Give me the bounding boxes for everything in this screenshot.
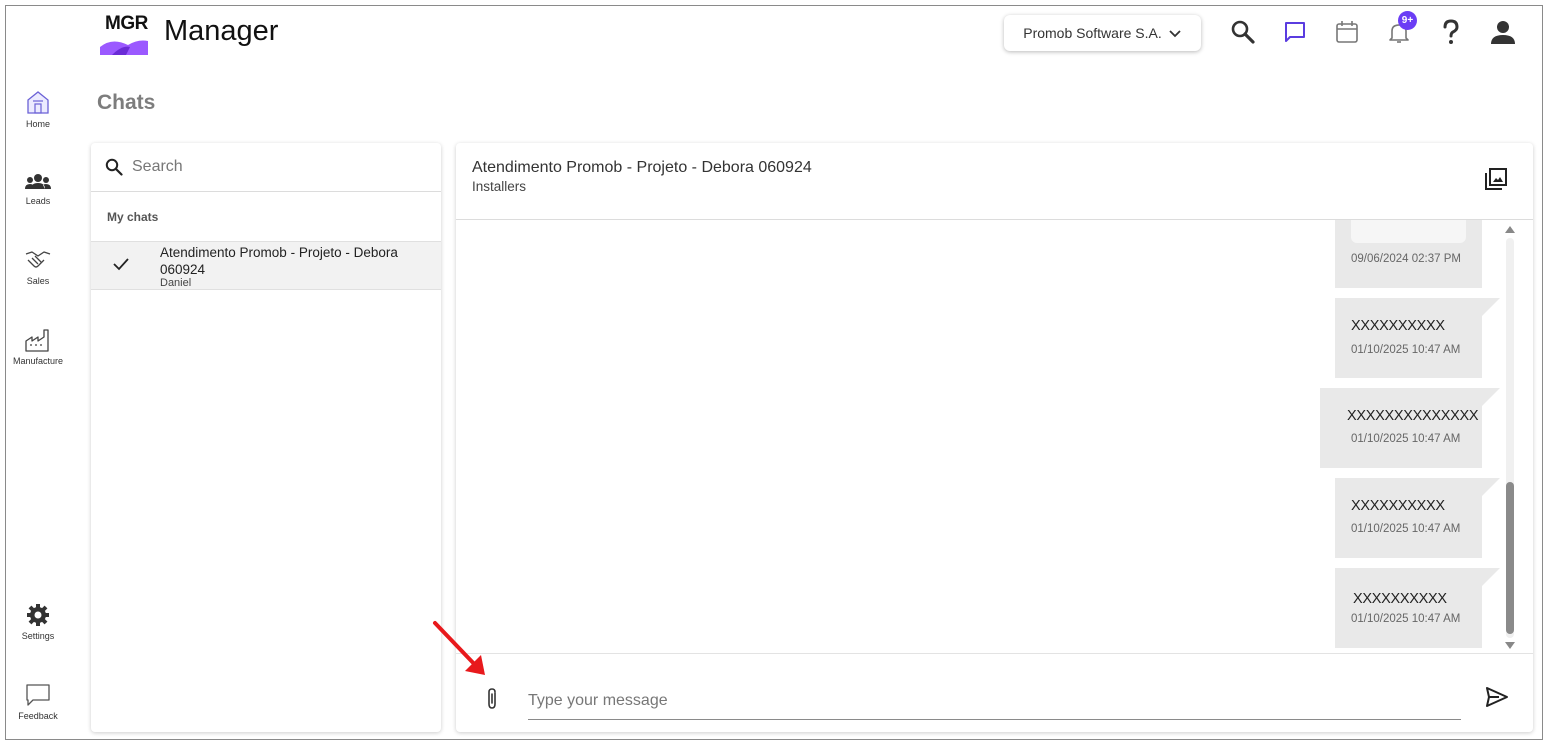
search-icon — [1231, 20, 1255, 44]
rail-item-feedback[interactable]: Feedback — [9, 683, 67, 721]
message-text: XXXXXXXXXX — [1351, 498, 1445, 514]
message-input[interactable] — [528, 682, 1461, 720]
help-button[interactable] — [1436, 17, 1466, 47]
message-text: XXXXXXXXXX — [1351, 318, 1445, 334]
profile-button[interactable] — [1488, 17, 1518, 47]
message-composer — [456, 653, 1533, 732]
rail-label: Feedback — [18, 711, 58, 721]
rail-label: Home — [25, 119, 50, 129]
rail-item-sales[interactable]: Sales — [9, 248, 67, 286]
app-logo[interactable]: MGR — [100, 11, 150, 57]
scroll-up-arrow[interactable] — [1505, 226, 1515, 233]
home-icon — [27, 91, 49, 114]
logo-shape — [100, 40, 148, 55]
chat-button[interactable] — [1280, 17, 1310, 47]
rail-label: Manufacture — [12, 356, 64, 366]
attach-button[interactable] — [484, 687, 504, 713]
scroll-down-arrow[interactable] — [1505, 642, 1515, 649]
chat-list-item[interactable]: Atendimento Promob - Projeto - Debora 06… — [91, 241, 441, 290]
chat-icon — [1285, 22, 1305, 42]
company-selector[interactable]: Promob Software S.A. — [1004, 15, 1201, 51]
user-icon — [1491, 21, 1515, 44]
rail-label: Sales — [26, 276, 50, 286]
logo-text: MGR — [105, 13, 148, 34]
search-input[interactable] — [132, 158, 422, 176]
factory-icon — [25, 329, 49, 352]
message-time: 01/10/2025 10:47 AM — [1351, 523, 1461, 535]
send-icon — [1486, 687, 1508, 707]
notifications-button[interactable]: 9+ — [1384, 11, 1417, 47]
message-list: 09/06/2024 02:37 PM XXXXXXXXXX 01/10/202… — [456, 220, 1533, 653]
search-button[interactable] — [1228, 17, 1258, 47]
message-scrollbar[interactable] — [1503, 224, 1517, 653]
app-window: MGR Manager Promob Software S.A. 9+ Home… — [5, 5, 1543, 740]
calendar-icon — [1336, 21, 1358, 43]
message-bubble: XXXXXXXXXX 01/10/2025 10:47 AM — [1335, 478, 1500, 558]
rail-item-manufacture[interactable]: Manufacture — [9, 328, 67, 366]
bubble-tail — [1482, 298, 1500, 316]
gallery-button[interactable] — [1484, 167, 1510, 193]
handshake-icon — [25, 251, 51, 268]
bubble-tail — [1482, 478, 1500, 496]
scroll-thumb[interactable] — [1506, 482, 1514, 634]
help-icon — [1443, 19, 1459, 44]
message-bubble: XXXXXXXXXX 01/10/2025 10:47 AM — [1335, 568, 1500, 648]
rail-label: Settings — [21, 631, 55, 641]
calendar-button[interactable] — [1332, 17, 1362, 47]
bubble-tail — [1482, 388, 1500, 406]
leads-icon — [25, 174, 51, 189]
rail-item-settings[interactable]: Settings — [9, 603, 67, 641]
message-time: 01/10/2025 10:47 AM — [1351, 344, 1461, 356]
conversation-panel: Atendimento Promob - Projeto - Debora 06… — [456, 143, 1533, 732]
chevron-down-icon — [1169, 30, 1181, 38]
conversation-title: Atendimento Promob - Projeto - Debora 06… — [472, 159, 812, 176]
message-bubble: XXXXXXXXXXXXXX 01/10/2025 10:47 AM — [1320, 388, 1500, 468]
message-time: 01/10/2025 10:47 AM — [1351, 433, 1461, 445]
conversation-subtitle: Installers — [472, 179, 527, 194]
message-text: XXXXXXXXXX — [1353, 591, 1447, 607]
search-icon — [105, 158, 123, 176]
section-label: My chats — [107, 210, 159, 224]
message-bubble: XXXXXXXXXX 01/10/2025 10:47 AM — [1335, 298, 1500, 378]
notification-badge: 9+ — [1398, 11, 1417, 30]
message-time: 01/10/2025 10:47 AM — [1351, 613, 1461, 625]
bubble-tail — [1482, 568, 1500, 586]
message-time: 09/06/2024 02:37 PM — [1351, 253, 1461, 265]
check-icon — [113, 258, 129, 271]
chat-list-panel: My chats Atendimento Promob - Projeto - … — [91, 143, 441, 732]
paperclip-icon — [488, 688, 496, 709]
company-name: Promob Software S.A. — [1023, 25, 1162, 41]
app-title: Manager — [164, 15, 279, 47]
gear-icon — [27, 604, 49, 626]
chat-item-title: Atendimento Promob - Projeto - Debora 06… — [160, 245, 398, 277]
send-button[interactable] — [1485, 686, 1511, 712]
attachment-preview[interactable] — [1351, 220, 1466, 243]
rail-label: Leads — [25, 196, 51, 206]
search-bar — [91, 143, 441, 192]
page-title: Chats — [97, 91, 156, 114]
conversation-header: Atendimento Promob - Projeto - Debora 06… — [456, 143, 1533, 220]
message-text: XXXXXXXXXXXXXX — [1347, 408, 1479, 424]
photo-library-icon — [1485, 168, 1507, 190]
chat-item-subtitle: Daniel — [160, 277, 192, 289]
rail-item-home[interactable]: Home — [9, 89, 67, 129]
rail-item-leads[interactable]: Leads — [9, 172, 67, 206]
message-bubble: 09/06/2024 02:37 PM — [1335, 220, 1482, 288]
feedback-icon — [26, 684, 50, 706]
